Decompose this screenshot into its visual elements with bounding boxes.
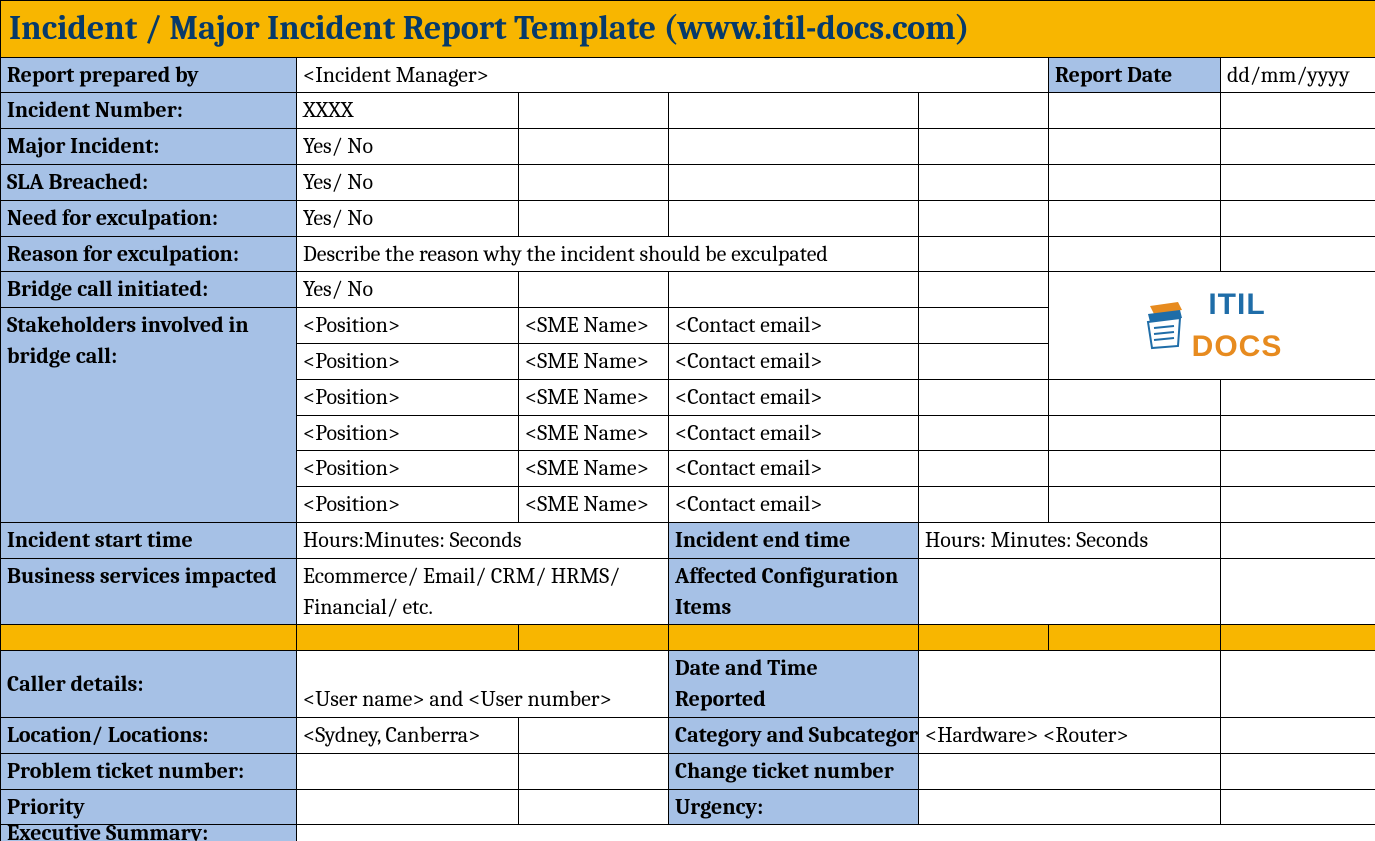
label-incident-number: Incident Number: (1, 93, 297, 129)
label-report-date: Report Date (1049, 57, 1221, 93)
value-need-exculpation: Yes/ No (297, 200, 519, 236)
stakeholder-position: <Position> (297, 308, 519, 344)
label-urgency: Urgency: (669, 789, 919, 825)
row-location: Location/ Locations: <Sydney, Canberra> … (1, 717, 1375, 753)
value-reason-exculpation: Describe the reason why the incident sho… (297, 236, 919, 272)
label-sla-breached: SLA Breached: (1, 164, 297, 200)
label-location: Location/ Locations: (1, 717, 297, 753)
label-category-subcat: Category and Subcategory (669, 717, 919, 753)
value-location: <Sydney, Canberra> (297, 717, 519, 753)
stakeholder-position: <Position> (297, 379, 519, 415)
stakeholder-email: <Contact email> (669, 415, 919, 451)
row-incident-number: Incident Number: XXXX (1, 93, 1375, 129)
label-business-services: Business services impacted (1, 558, 297, 625)
stakeholder-position: <Position> (297, 415, 519, 451)
logo-text-itil: ITIL (1208, 288, 1265, 321)
stakeholder-email: <Contact email> (669, 343, 919, 379)
itil-docs-icon (1142, 300, 1188, 352)
label-major-incident: Major Incident: (1, 129, 297, 165)
stakeholder-position: <Position> (297, 451, 519, 487)
label-report-prepared: Report prepared by (1, 57, 297, 93)
row-report-prepared: Report prepared by <Incident Manager> Re… (1, 57, 1375, 93)
label-exec-summary: Executive Summary: (1, 825, 297, 841)
label-date-time-reported: Date and Time Reported (669, 651, 919, 718)
label-affected-ci: Affected Configuration Items (669, 558, 919, 625)
label-priority: Priority (1, 789, 297, 825)
stakeholder-sme: <SME Name> (519, 379, 669, 415)
row-major-incident: Major Incident: Yes/ No (1, 129, 1375, 165)
value-report-date: dd/mm/yyyy (1221, 57, 1375, 93)
label-reason-exculpation: Reason for exculpation: (1, 236, 297, 272)
label-change-ticket: Change ticket number (669, 753, 919, 789)
value-incident-number: XXXX (297, 93, 519, 129)
label-problem-ticket: Problem ticket number: (1, 753, 297, 789)
separator-row (1, 625, 1375, 651)
stakeholder-email: <Contact email> (669, 308, 919, 344)
stakeholder-sme: <SME Name> (519, 415, 669, 451)
title-row: Incident / Major Incident Report Templat… (1, 1, 1375, 58)
label-caller-details: Caller details: (1, 651, 297, 718)
row-incident-times: Incident start time Hours:Minutes: Secon… (1, 522, 1375, 558)
row-need-exculpation: Need for exculpation: Yes/ No (1, 200, 1375, 236)
row-problem-ticket: Problem ticket number: Change ticket num… (1, 753, 1375, 789)
row-priority: Priority Urgency: (1, 789, 1375, 825)
value-category-subcat: <Hardware> <Router> (919, 717, 1221, 753)
value-major-incident: Yes/ No (297, 129, 519, 165)
value-bridge-call: Yes/ No (297, 272, 519, 308)
label-incident-end: Incident end time (669, 522, 919, 558)
logo-text-docs: DOCS (1192, 330, 1283, 363)
value-incident-start: Hours:Minutes: Seconds (297, 522, 669, 558)
stakeholder-email: <Contact email> (669, 487, 919, 523)
value-business-services: Ecommerce/ Email/ CRM/ HRMS/ Financial/ … (297, 558, 669, 625)
value-sla-breached: Yes/ No (297, 164, 519, 200)
stakeholder-sme: <SME Name> (519, 487, 669, 523)
label-need-exculpation: Need for exculpation: (1, 200, 297, 236)
row-exec-summary: Executive Summary: (1, 825, 1375, 841)
logo-cell: ITIL DOCS (1049, 272, 1375, 379)
stakeholder-email: <Contact email> (669, 451, 919, 487)
row-sla-breached: SLA Breached: Yes/ No (1, 164, 1375, 200)
row-reason-exculpation: Reason for exculpation: Describe the rea… (1, 236, 1375, 272)
row-bridge-call: Bridge call initiated: Yes/ No ITILDOCS (1, 272, 1375, 308)
stakeholder-email: <Contact email> (669, 379, 919, 415)
stakeholder-position: <Position> (297, 343, 519, 379)
label-stakeholders: Stakeholders involved in bridge call: (1, 308, 297, 523)
row-business-services: Business services impacted Ecommerce/ Em… (1, 558, 1375, 625)
stakeholder-sme: <SME Name> (519, 308, 669, 344)
page-title: Incident / Major Incident Report Templat… (1, 1, 1375, 58)
stakeholder-sme: <SME Name> (519, 343, 669, 379)
stakeholder-sme: <SME Name> (519, 451, 669, 487)
value-incident-end: Hours: Minutes: Seconds (919, 522, 1221, 558)
label-incident-start: Incident start time (1, 522, 297, 558)
value-report-prepared: <Incident Manager> (297, 57, 1049, 93)
incident-report-template: Incident / Major Incident Report Templat… (0, 0, 1375, 841)
label-bridge-call: Bridge call initiated: (1, 272, 297, 308)
value-caller-details: <User name> and <User number> (297, 651, 669, 718)
stakeholder-position: <Position> (297, 487, 519, 523)
row-caller-details: Caller details: <User name> and <User nu… (1, 651, 1375, 718)
